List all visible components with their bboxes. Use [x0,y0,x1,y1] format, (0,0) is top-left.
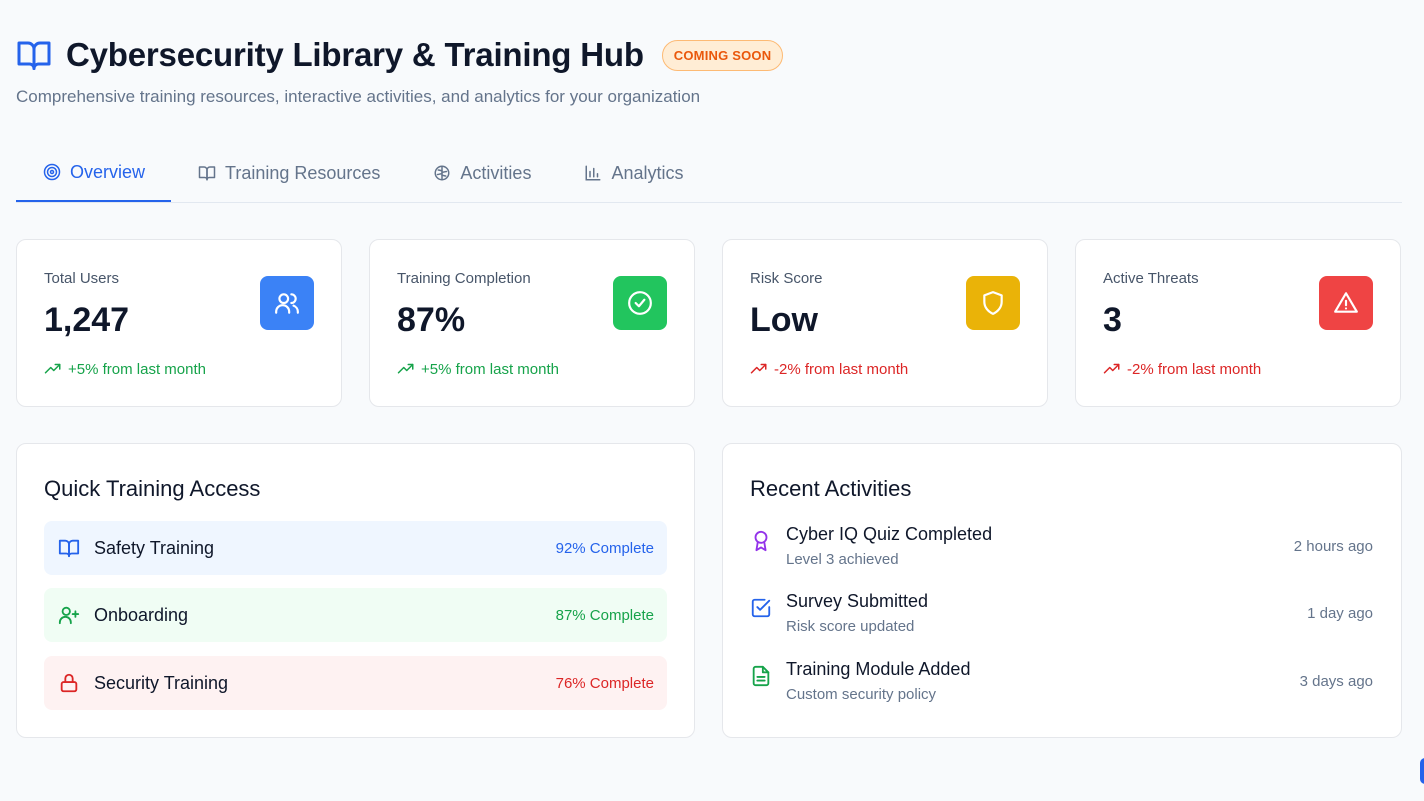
brain-icon [434,165,450,181]
quick-item-security-training[interactable]: Security Training 76% Complete [44,656,667,710]
tab-bar: Overview Training Resources Activities A… [16,144,1402,203]
coming-soon-badge: COMING SOON [661,39,784,71]
tab-label: Activities [460,162,532,183]
activity-title: Training Module Added [786,659,971,679]
stat-icon-box [613,276,667,330]
page-subtitle: Comprehensive training resources, intera… [16,87,701,106]
file-text-icon [752,665,770,687]
quick-item-label: Onboarding [94,604,189,625]
target-icon [43,163,61,181]
users-icon [275,293,299,314]
stat-card-active-threats: Active Threats 3 -2% from last month [1075,239,1401,407]
trending-up-icon [44,363,61,374]
stat-trend: -2% from last month [750,360,908,378]
activity-item[interactable]: Survey Submitted Risk score updated 1 da… [750,591,1373,647]
tab-analytics[interactable]: Analytics [557,144,709,202]
stat-trend: -2% from last month [1103,360,1261,378]
lock-icon [60,673,78,693]
stat-card-total-users: Total Users 1,247 +5% from last month [16,239,342,407]
stat-icon-box [260,276,314,330]
stat-label: Training Completion [397,270,531,287]
check-circle-icon [628,291,652,315]
page-title: Cybersecurity Library & Training Hub [66,36,644,73]
stat-icon-box [966,276,1020,330]
bar-chart-icon [585,165,601,181]
activity-item[interactable]: Cyber IQ Quiz Completed Level 3 achieved… [750,524,1373,580]
book-open-icon [58,539,80,558]
activity-time: 3 days ago [1299,673,1373,690]
stat-card-risk-score: Risk Score Low -2% from last month [722,239,1048,407]
quick-training-panel: Quick Training Access Safety Training 92… [16,443,695,738]
tab-activities[interactable]: Activities [406,144,557,202]
activity-subtitle: Custom security policy [786,686,937,703]
trending-up-icon [1103,363,1120,374]
stat-value: 3 [1103,301,1122,339]
quick-item-progress: 87% Complete [555,606,654,624]
book-open-icon [198,166,216,181]
quick-item-label: Safety Training [94,537,215,558]
floating-widget-edge[interactable] [1420,758,1424,784]
stat-trend-text: -2% from last month [1127,360,1262,378]
activity-title: Cyber IQ Quiz Completed [786,524,993,544]
stat-value: 87% [397,301,466,339]
recent-activities-panel: Recent Activities Cyber IQ Quiz Complete… [722,443,1402,738]
tab-label: Overview [70,161,146,182]
page-header: Cybersecurity Library & Training Hub COM… [16,36,784,74]
stat-label: Risk Score [750,270,823,287]
panel-title: Quick Training Access [44,476,261,501]
stat-trend: +5% from last month [44,360,206,378]
stat-trend: +5% from last month [397,360,559,378]
alert-triangle-icon [1334,292,1358,313]
quick-item-safety-training[interactable]: Safety Training 92% Complete [44,521,667,575]
activity-subtitle: Level 3 achieved [786,551,899,568]
panel-title: Recent Activities [750,476,912,501]
award-icon [754,530,768,552]
tab-label: Training Resources [225,162,381,183]
trending-up-icon [750,363,767,374]
stat-icon-box [1319,276,1373,330]
stat-value: Low [750,301,818,339]
trending-up-icon [397,363,414,374]
stat-value: 1,247 [44,301,130,339]
activity-item[interactable]: Training Module Added Custom security po… [750,659,1373,715]
activity-title: Survey Submitted [786,591,929,611]
tab-label: Analytics [611,162,684,183]
quick-item-onboarding[interactable]: Onboarding 87% Complete [44,588,667,642]
tab-training-resources[interactable]: Training Resources [171,144,406,202]
stat-trend-text: -2% from last month [774,360,909,378]
book-open-icon [17,41,51,70]
stat-card-training-completion: Training Completion 87% +5% from last mo… [369,239,695,407]
activity-time: 1 day ago [1307,605,1373,622]
shield-icon [983,291,1003,315]
activity-time: 2 hours ago [1293,538,1373,555]
quick-item-label: Security Training [94,672,229,693]
stat-trend-text: +5% from last month [421,360,559,378]
stat-label: Active Threats [1103,270,1199,287]
quick-item-progress: 76% Complete [555,674,654,692]
activity-subtitle: Risk score updated [786,618,915,635]
stat-label: Total Users [44,270,120,287]
user-plus-icon [58,606,80,625]
tab-overview[interactable]: Overview [16,144,172,202]
quick-item-progress: 92% Complete [555,539,654,557]
stat-trend-text: +5% from last month [68,360,206,378]
check-square-icon [751,598,771,618]
